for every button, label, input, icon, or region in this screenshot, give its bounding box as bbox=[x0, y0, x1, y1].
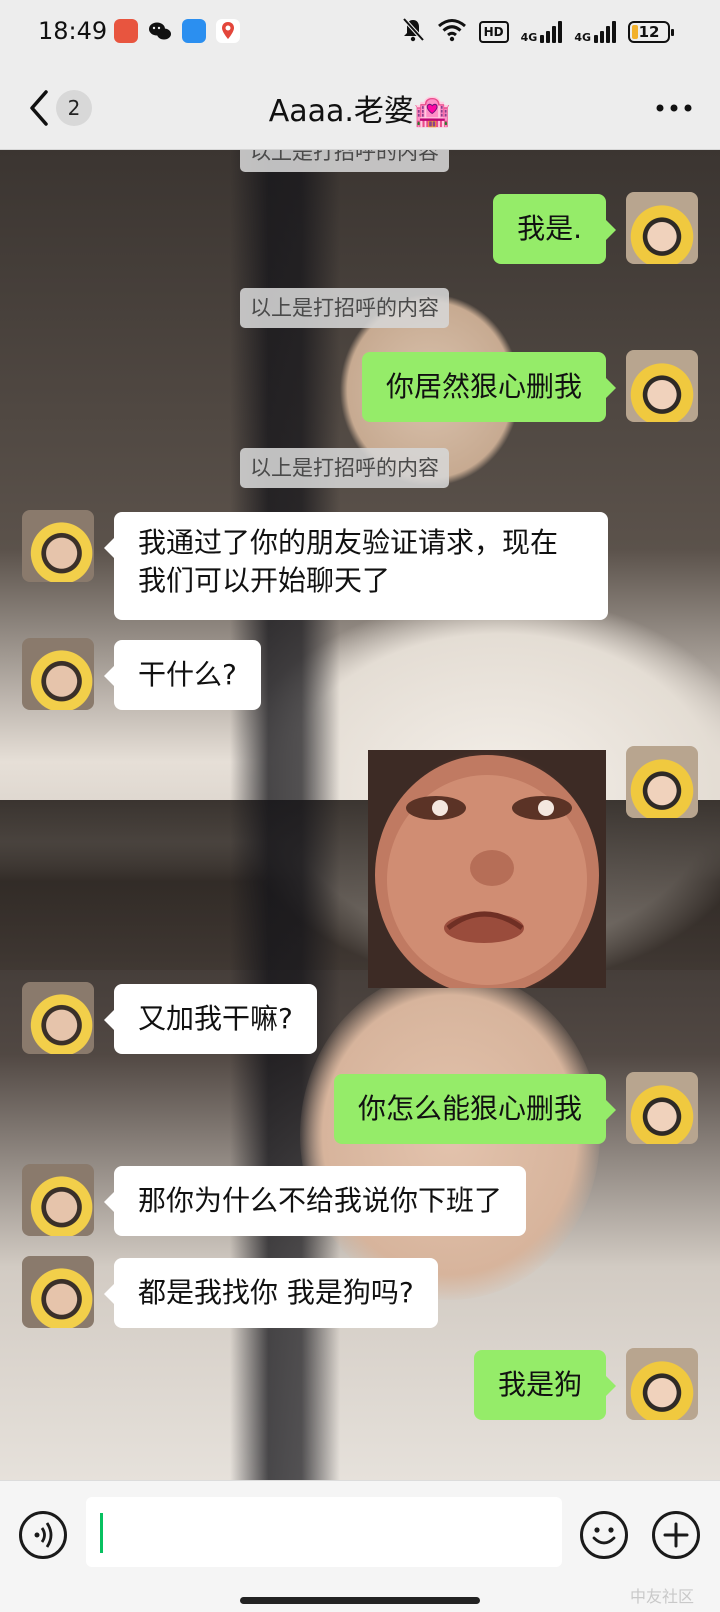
avatar[interactable] bbox=[22, 982, 94, 1054]
status-time: 18:49 bbox=[38, 17, 108, 45]
outgoing-message[interactable]: 我是. bbox=[493, 194, 616, 264]
status-indicators: HD 4G 4G 12 bbox=[401, 17, 674, 47]
crying-face-sticker-icon bbox=[375, 755, 599, 988]
incoming-message[interactable]: 又加我干嘛? bbox=[104, 984, 317, 1054]
message-input-bar: 中友社区 bbox=[0, 1480, 720, 1612]
outgoing-message[interactable]: 你怎么能狠心删我 bbox=[333, 1074, 617, 1144]
avatar[interactable] bbox=[626, 1072, 698, 1144]
emoji-icon bbox=[592, 1527, 616, 1545]
map-notification-icon bbox=[216, 19, 240, 43]
avatar[interactable] bbox=[22, 1164, 94, 1236]
incoming-message[interactable]: 干什么? bbox=[104, 640, 261, 710]
more-button[interactable] bbox=[654, 92, 694, 124]
battery-level: 12 bbox=[638, 23, 660, 41]
incoming-message[interactable]: 都是我找你 我是狗吗? bbox=[104, 1258, 438, 1328]
avatar[interactable] bbox=[626, 192, 698, 264]
incoming-message[interactable]: 我通过了你的朋友验证请求，现在我们可以开始聊天了 bbox=[104, 512, 608, 620]
incoming-message[interactable]: 那你为什么不给我说你下班了 bbox=[103, 1166, 527, 1236]
hd-voice-badge: HD bbox=[478, 21, 509, 43]
avatar[interactable] bbox=[22, 510, 94, 582]
app-notification-icon bbox=[114, 19, 138, 43]
voice-icon bbox=[34, 1522, 53, 1548]
chat-wallpaper bbox=[0, 800, 720, 970]
message-input[interactable] bbox=[86, 1497, 562, 1567]
plus-icon bbox=[663, 1522, 689, 1548]
outgoing-message[interactable]: 你居然狠心删我 bbox=[361, 352, 617, 422]
avatar[interactable] bbox=[626, 746, 698, 818]
wifi-icon bbox=[437, 18, 467, 46]
chat-header: 2 Aaaa.老婆🏩 bbox=[0, 66, 720, 150]
avatar[interactable] bbox=[626, 1348, 698, 1420]
signal-icon: 4G bbox=[574, 21, 616, 43]
watermark: 中友社区 bbox=[629, 1587, 694, 1606]
system-notice: 以上是打招呼的内容 bbox=[240, 448, 449, 488]
system-notice: 以上是打招呼的内容 bbox=[240, 150, 449, 172]
sticker-message[interactable] bbox=[368, 750, 606, 988]
voice-input-button[interactable] bbox=[19, 1511, 67, 1559]
status-bar: 18:49 HD 4G 4G 12 bbox=[0, 0, 720, 66]
system-notice: 以上是打招呼的内容 bbox=[240, 288, 449, 328]
chat-title: Aaaa.老婆🏩 bbox=[268, 94, 452, 129]
signal-icon: 4G bbox=[521, 21, 563, 43]
avatar[interactable] bbox=[22, 1256, 94, 1328]
more-dots-icon bbox=[656, 104, 692, 112]
emoji-button[interactable] bbox=[580, 1511, 628, 1559]
battery-icon: 12 bbox=[628, 21, 674, 43]
more-actions-button[interactable] bbox=[652, 1511, 700, 1559]
mute-icon bbox=[401, 17, 425, 47]
wechat-notification-icon bbox=[148, 19, 172, 43]
chat-message-list[interactable]: 以上是打招呼的内容 我是. 以上是打招呼的内容 你居然狠心删我 以上是打招呼的内… bbox=[0, 150, 720, 1480]
home-indicator[interactable] bbox=[240, 1597, 480, 1604]
avatar[interactable] bbox=[22, 638, 94, 710]
avatar[interactable] bbox=[626, 350, 698, 422]
text-cursor bbox=[100, 1513, 103, 1553]
app-notification-icon bbox=[182, 19, 206, 43]
outgoing-message[interactable]: 我是狗 bbox=[473, 1350, 617, 1420]
